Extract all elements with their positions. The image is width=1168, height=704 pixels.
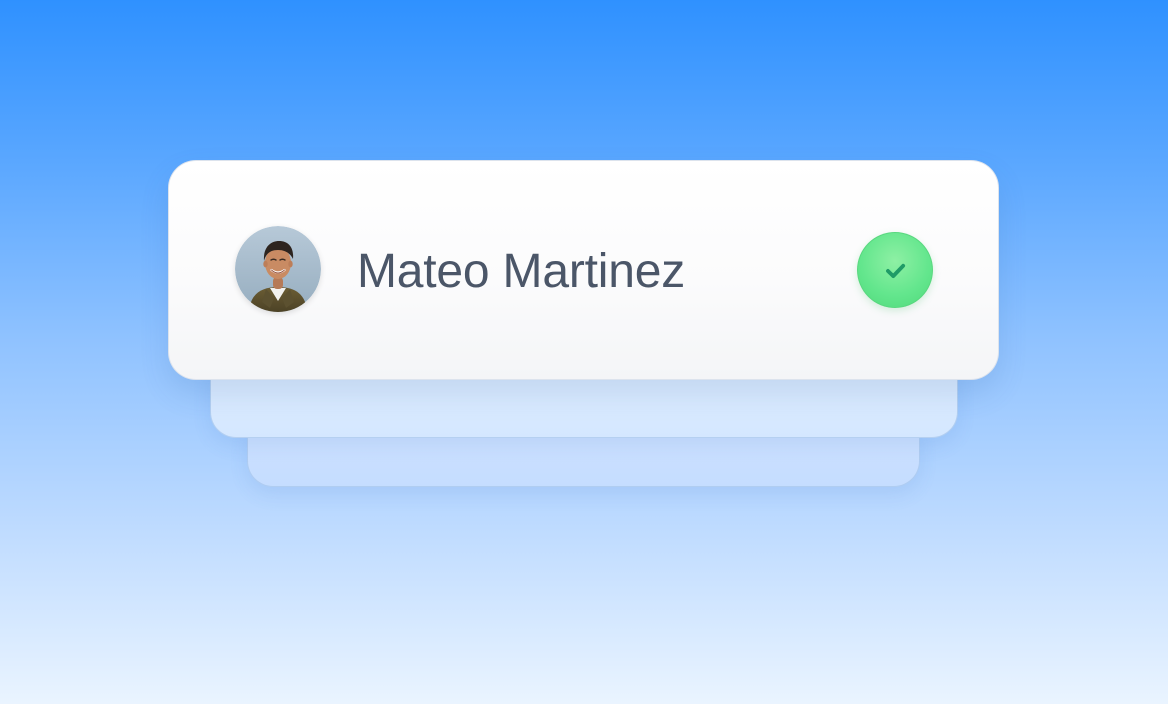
user-card[interactable]: Mateo Martinez [168, 160, 999, 380]
avatar [235, 226, 321, 312]
user-name: Mateo Martinez [357, 245, 685, 298]
status-check-button[interactable] [857, 232, 933, 308]
check-icon [886, 263, 906, 279]
avatar-icon [235, 226, 321, 312]
